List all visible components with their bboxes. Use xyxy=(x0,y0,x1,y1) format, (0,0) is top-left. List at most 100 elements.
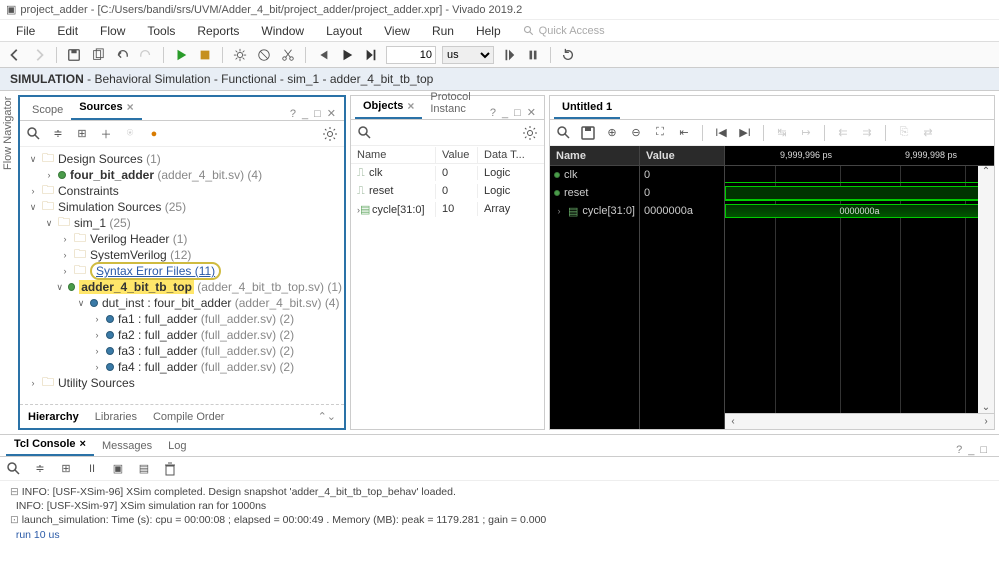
object-row[interactable]: ⎍reset0Logic xyxy=(351,182,544,200)
tree-fa1[interactable]: ›fa1 : full_adder (full_adder.sv) (2) xyxy=(22,311,342,327)
scroll-lock-icon[interactable]: ▤ xyxy=(136,461,152,477)
tab-messages[interactable]: Messages xyxy=(94,436,160,456)
gear-icon[interactable] xyxy=(322,126,338,142)
run-time-input[interactable] xyxy=(386,46,436,64)
menu-view[interactable]: View xyxy=(374,22,420,40)
tree-constraints[interactable]: ›🗀Constraints xyxy=(22,183,342,199)
delete-icon[interactable] xyxy=(162,461,178,477)
tree-fa3[interactable]: ›fa3 : full_adder (full_adder.sv) (2) xyxy=(22,343,342,359)
menu-layout[interactable]: Layout xyxy=(316,22,372,40)
stop-button[interactable] xyxy=(255,46,273,64)
prev-transition-icon[interactable]: ⇇ xyxy=(835,125,851,141)
collapse-icon[interactable]: ≑ xyxy=(32,461,48,477)
tab-compile-order[interactable]: Compile Order xyxy=(153,411,225,423)
tab-log[interactable]: Log xyxy=(160,436,194,456)
tab-hierarchy[interactable]: Hierarchy xyxy=(28,411,79,423)
tab-tcl-console[interactable]: Tcl Console× xyxy=(6,434,94,456)
tree-four-bit-adder[interactable]: ›four_bit_adder (adder_4_bit.sv) (4) xyxy=(22,167,342,183)
zoom-out-icon[interactable]: ⊖ xyxy=(628,125,644,141)
tree-fa4[interactable]: ›fa4 : full_adder (full_adder.sv) (2) xyxy=(22,359,342,375)
expand-icon[interactable]: ⊞ xyxy=(74,126,90,142)
wave-canvas[interactable]: 9,999,996 ps 9,999,998 ps 0000000a ⌃⌄ xyxy=(725,146,994,429)
maximize-icon[interactable]: □ xyxy=(314,108,321,120)
search-icon[interactable] xyxy=(6,461,22,477)
run-time-unit-select[interactable]: us xyxy=(442,46,494,64)
run-impl-button[interactable] xyxy=(196,46,214,64)
prev-edge-icon[interactable]: I◀ xyxy=(713,125,729,141)
wave-signal-reset[interactable]: reset xyxy=(550,184,639,202)
undo-button[interactable] xyxy=(113,46,131,64)
relaunch-button[interactable] xyxy=(559,46,577,64)
next-edge-icon[interactable]: ▶I xyxy=(737,125,753,141)
quick-access-search[interactable]: Quick Access xyxy=(523,25,993,37)
settings-button[interactable] xyxy=(231,46,249,64)
collapse-icon[interactable]: ≑ xyxy=(50,126,66,142)
forward-button[interactable] xyxy=(30,46,48,64)
menu-edit[interactable]: Edit xyxy=(47,22,88,40)
save-button[interactable] xyxy=(65,46,83,64)
pause-icon[interactable]: II xyxy=(84,461,100,477)
help-icon[interactable]: ? xyxy=(956,444,962,456)
close-icon[interactable]: × xyxy=(407,99,414,113)
float-icon[interactable]: ⎘ xyxy=(896,125,912,141)
scroll-carets-icon[interactable]: ⌃⌄ xyxy=(318,410,336,423)
pause-button[interactable] xyxy=(524,46,542,64)
help-icon[interactable]: ? xyxy=(290,108,296,120)
gear-icon[interactable] xyxy=(522,125,538,141)
wave-vscroll[interactable]: ⌃⌄ xyxy=(978,166,994,413)
run-for-dropdown[interactable] xyxy=(362,46,380,64)
tab-sources[interactable]: Sources× xyxy=(71,96,141,120)
step-button[interactable] xyxy=(500,46,518,64)
tree-dut-inst[interactable]: ∨dut_inst : four_bit_adder (adder_4_bit.… xyxy=(22,295,342,311)
console-content[interactable]: ⊟ INFO: [USF-XSim-96] XSim completed. De… xyxy=(0,481,999,576)
add-icon[interactable]: ＋ xyxy=(98,126,114,142)
search-icon[interactable] xyxy=(357,125,373,141)
object-row[interactable]: ⎍clk0Logic xyxy=(351,164,544,182)
save-icon[interactable] xyxy=(580,125,596,141)
zoom-in-icon[interactable]: ⊕ xyxy=(604,125,620,141)
menu-flow[interactable]: Flow xyxy=(90,22,135,40)
minimize-icon[interactable]: _ xyxy=(968,444,974,456)
settings-toolbar-icon[interactable]: ⍟ xyxy=(122,126,138,142)
maximize-icon[interactable]: □ xyxy=(514,107,521,119)
add-cursor-icon[interactable]: ↦ xyxy=(798,125,814,141)
help-info-icon[interactable]: ● xyxy=(146,126,162,142)
copy-button[interactable] xyxy=(89,46,107,64)
wave-signal-clk[interactable]: clk xyxy=(550,166,639,184)
tree-sim-1[interactable]: ∨🗀sim_1 (25) xyxy=(22,215,342,231)
close-icon[interactable]: × xyxy=(80,438,86,450)
redo-button[interactable] xyxy=(137,46,155,64)
clear-icon[interactable]: ▣ xyxy=(110,461,126,477)
tree-fa2[interactable]: ›fa2 : full_adder (full_adder.sv) (2) xyxy=(22,327,342,343)
tab-objects[interactable]: Objects× xyxy=(355,95,422,119)
tree-systemverilog[interactable]: ›🗀SystemVerilog (12) xyxy=(22,247,342,263)
menu-reports[interactable]: Reports xyxy=(187,22,249,40)
menu-tools[interactable]: Tools xyxy=(137,22,185,40)
menu-run[interactable]: Run xyxy=(422,22,464,40)
cut-button[interactable] xyxy=(279,46,297,64)
back-button[interactable] xyxy=(6,46,24,64)
tree-syntax-error-files[interactable]: ›🗀Syntax Error Files (11) xyxy=(22,263,342,279)
toggle-icon[interactable]: ⇄ xyxy=(920,125,936,141)
maximize-icon[interactable]: □ xyxy=(980,444,987,456)
expand-icon[interactable]: ⊞ xyxy=(58,461,74,477)
tab-scope[interactable]: Scope xyxy=(24,100,71,120)
goto-start-icon[interactable]: ⇤ xyxy=(676,125,692,141)
menu-file[interactable]: File xyxy=(6,22,45,40)
search-icon[interactable] xyxy=(26,126,42,142)
wave-hscroll[interactable]: ‹› xyxy=(725,413,994,429)
wave-signal-cycle[interactable]: ›▤cycle[31:0] xyxy=(550,202,639,220)
next-transition-icon[interactable]: ⇉ xyxy=(859,125,875,141)
menu-window[interactable]: Window xyxy=(251,22,314,40)
search-icon[interactable] xyxy=(556,125,572,141)
run-synthesis-button[interactable] xyxy=(172,46,190,64)
tree-tb-top[interactable]: ∨adder_4_bit_tb_top (adder_4_bit_tb_top.… xyxy=(22,279,342,295)
tree-utility-sources[interactable]: ›🗀Utility Sources xyxy=(22,375,342,391)
tab-untitled[interactable]: Untitled 1 xyxy=(554,97,620,119)
restart-button[interactable] xyxy=(314,46,332,64)
run-all-button[interactable] xyxy=(338,46,356,64)
object-row[interactable]: ›▤cycle[31:0]10Array xyxy=(351,200,544,218)
tab-libraries[interactable]: Libraries xyxy=(95,411,137,423)
close-icon[interactable]: × xyxy=(127,100,134,114)
close-panel-icon[interactable]: ✕ xyxy=(527,106,536,119)
